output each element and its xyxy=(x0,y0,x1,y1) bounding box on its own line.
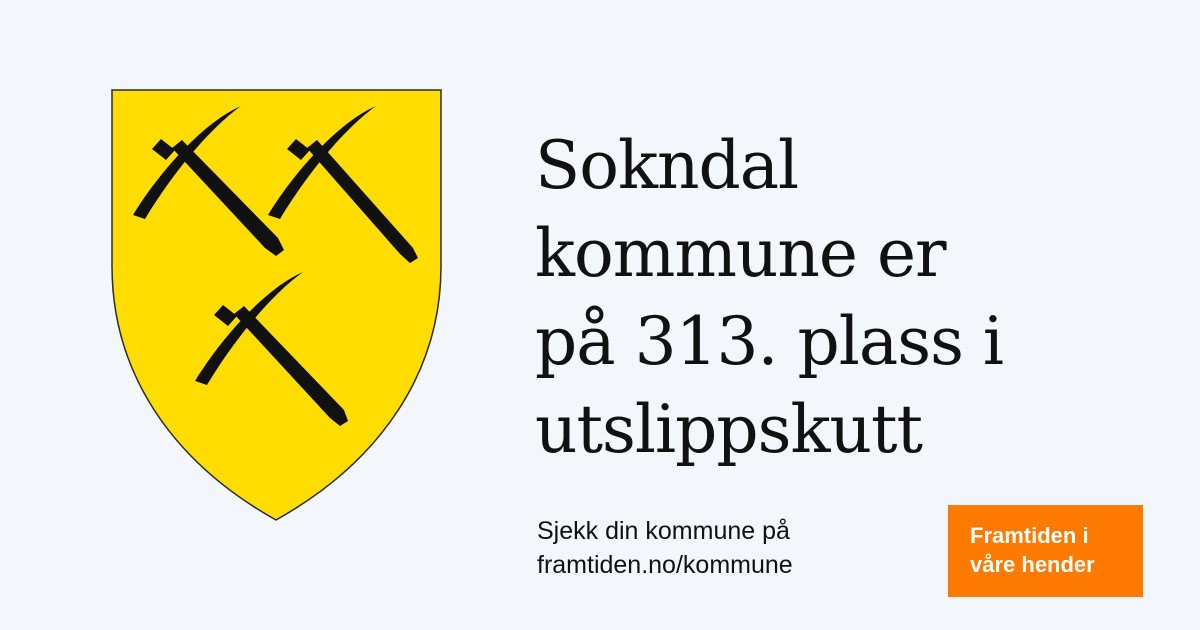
brand-line: våre hender xyxy=(970,552,1095,577)
brand-badge: Framtiden i våre hender xyxy=(948,505,1143,597)
coat-of-arms-icon xyxy=(111,89,442,521)
cta-link[interactable]: framtiden.no/kommune xyxy=(537,548,793,582)
headline: Sokndal kommune er på 313. plass i utsli… xyxy=(535,122,1155,474)
headline-line: på 313. plass i xyxy=(535,303,1004,380)
headline-line: Sokndal xyxy=(535,127,799,204)
cta-line: Sjekk din kommune på xyxy=(537,517,790,545)
headline-line: utslippskutt xyxy=(535,391,923,468)
headline-line: kommune er xyxy=(535,215,947,292)
brand-line: Framtiden i xyxy=(970,523,1089,548)
share-card: Sokndal kommune er på 313. plass i utsli… xyxy=(0,0,1200,630)
cta-text: Sjekk din kommune på framtiden.no/kommun… xyxy=(537,514,793,582)
